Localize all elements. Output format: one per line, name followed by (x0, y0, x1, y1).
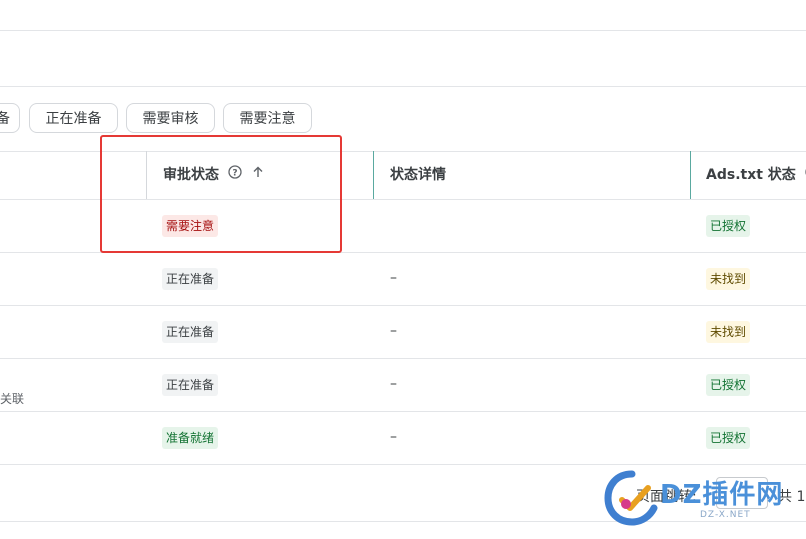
annotation-highlight-box (100, 135, 342, 253)
ads-txt-status-badge: 未找到 (706, 268, 751, 290)
filter-chip-label: 需要审核 (142, 111, 199, 127)
watermark-logo: DZ插件网 DZ-X.NET (604, 470, 804, 532)
filter-chip-bar: 备 正在准备 需要审核 需要注意 (0, 103, 806, 135)
status-details-value: – (390, 429, 397, 445)
table-row-divider (0, 411, 806, 412)
filter-chip-label: 需要注意 (239, 111, 296, 127)
status-details-value: – (390, 270, 397, 286)
approval-status-badge: 正在准备 (162, 268, 219, 290)
status-details-value: – (390, 376, 397, 392)
column-header-status-details[interactable]: 状态详情 (390, 151, 446, 199)
table-row-divider (0, 464, 806, 465)
ads-txt-status-badge: 已授权 (706, 374, 751, 396)
site-link-text[interactable]: 关联 (0, 390, 24, 407)
header-col-separator[interactable] (373, 151, 374, 199)
filter-chip-needs-attention[interactable]: 需要注意 (223, 103, 312, 133)
filter-chip-label: 备 (0, 111, 10, 127)
filter-chip-label: 正在准备 (45, 111, 102, 127)
watermark-text: DZ插件网 (660, 480, 784, 510)
watermark-swoosh-icon (604, 470, 658, 526)
column-header-ads-txt-status[interactable]: Ads.txt 状态 ? (706, 151, 806, 199)
column-header-label: 状态详情 (390, 167, 446, 183)
approval-status-badge: 正在准备 (162, 321, 219, 343)
status-details-value: – (390, 323, 397, 339)
approval-status-badge: 正在准备 (162, 374, 219, 396)
table-row-divider (0, 358, 806, 359)
table-row-divider (0, 305, 806, 306)
header-col-separator[interactable] (690, 151, 691, 199)
filter-chip-preparing[interactable]: 正在准备 (29, 103, 118, 133)
ads-txt-status-badge: 已授权 (706, 215, 751, 237)
approval-status-badge: 准备就绪 (162, 427, 219, 449)
ads-txt-status-badge: 已授权 (706, 427, 751, 449)
top-divider-2 (0, 86, 806, 87)
watermark-subtext: DZ-X.NET (700, 510, 751, 520)
filter-chip-needs-review[interactable]: 需要审核 (126, 103, 215, 133)
filter-chip-partial[interactable]: 备 (0, 103, 20, 133)
column-header-label: Ads.txt 状态 (706, 167, 796, 183)
top-divider-1 (0, 30, 806, 31)
ads-txt-status-badge: 未找到 (706, 321, 751, 343)
